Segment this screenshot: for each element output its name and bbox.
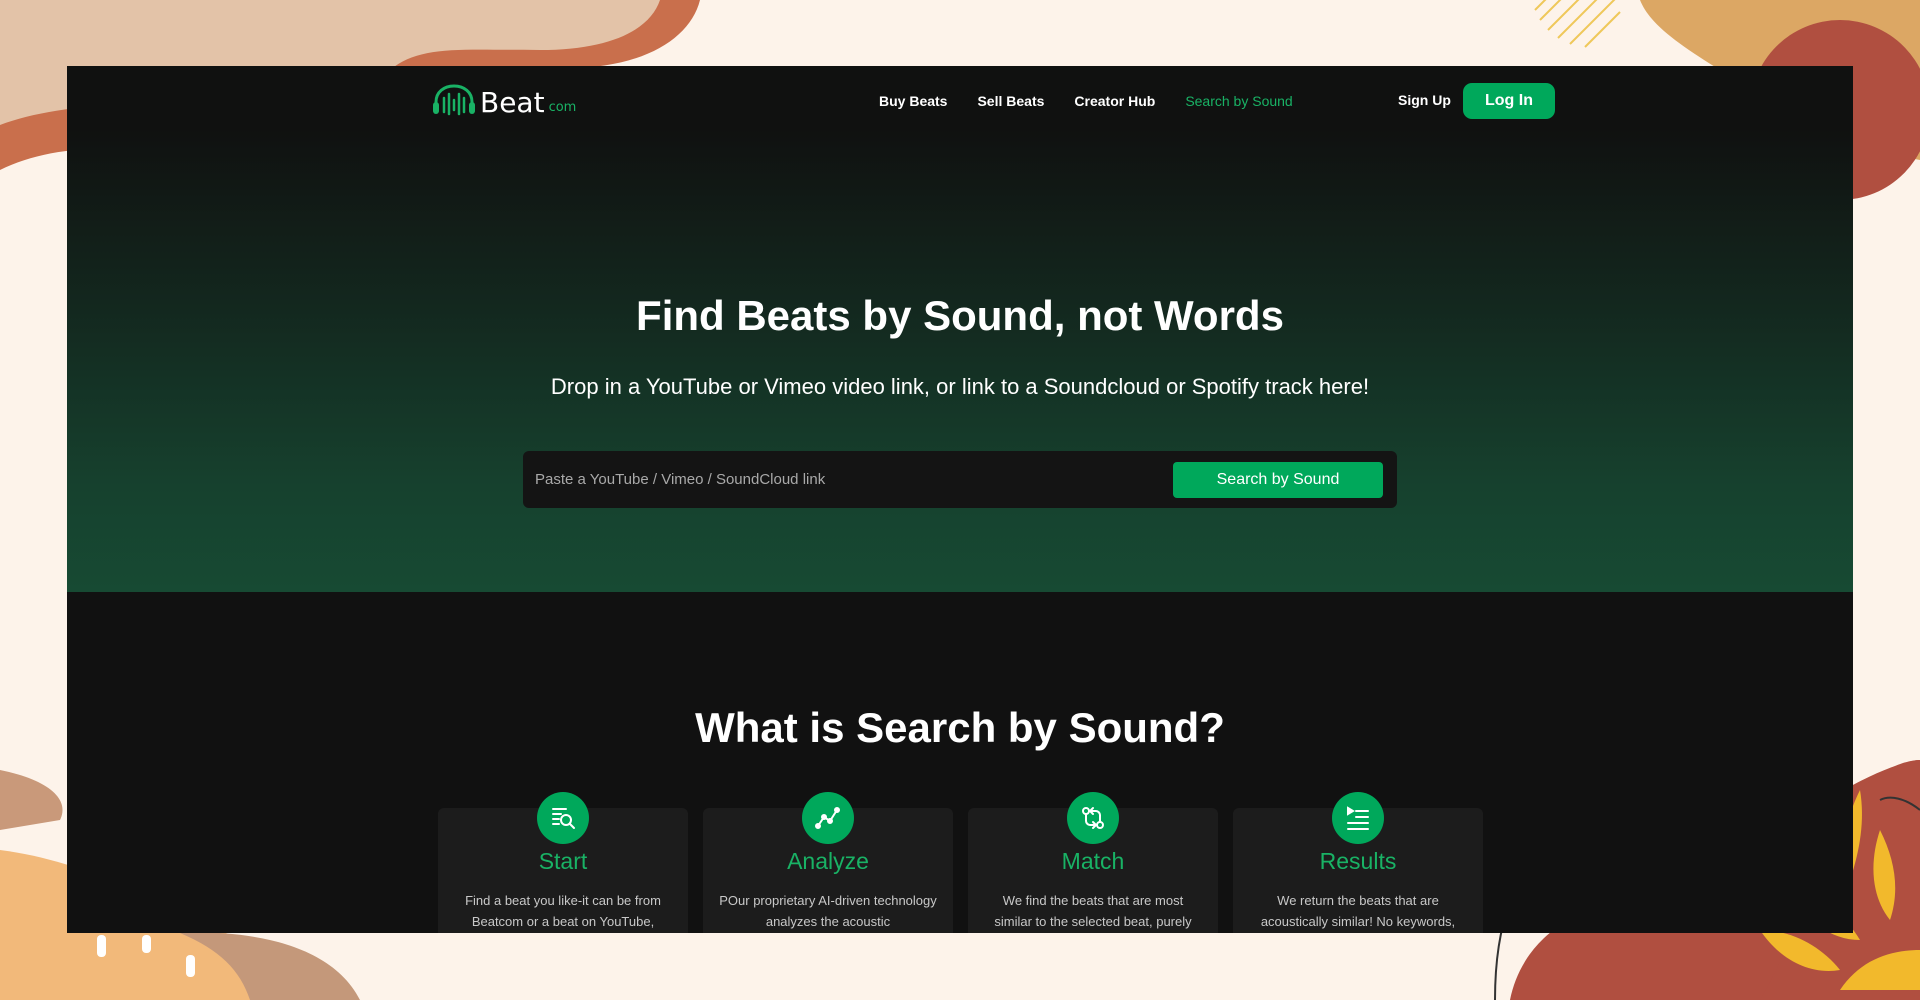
site-logo[interactable]: Beat com <box>432 84 576 118</box>
top-navigation: Beat com Buy Beats Sell Beats Creator Hu… <box>432 76 1555 126</box>
search-by-sound-button[interactable]: Search by Sound <box>1173 462 1383 498</box>
search-list-icon <box>537 792 589 844</box>
card-description: POur proprietary AI-driven technology an… <box>719 893 937 929</box>
headphones-wave-icon <box>433 84 475 116</box>
nav-buy-beats[interactable]: Buy Beats <box>879 93 947 109</box>
match-arrows-icon <box>1067 792 1119 844</box>
hero-title: Find Beats by Sound, not Words <box>636 292 1284 339</box>
card-match: Match We find the beats that are most si… <box>968 792 1218 933</box>
card-start: Start Find a beat you like-it can be fro… <box>438 792 688 933</box>
nav-sell-beats[interactable]: Sell Beats <box>977 93 1044 109</box>
logo-text: Beat <box>480 86 545 119</box>
nav-links: Buy Beats Sell Beats Creator Hub Search … <box>879 76 1323 126</box>
card-title: Analyze <box>787 848 869 874</box>
sign-up-link[interactable]: Sign Up <box>1398 92 1451 108</box>
link-input[interactable] <box>523 451 1163 508</box>
logo-suffix: com <box>548 100 577 115</box>
section-title: What is Search by Sound? <box>695 704 1225 751</box>
analyze-graph-icon <box>802 792 854 844</box>
card-title: Match <box>1061 848 1125 874</box>
card-title: Start <box>538 848 588 874</box>
hero-section: Beat com Buy Beats Sell Beats Creator Hu… <box>67 66 1853 592</box>
results-list-icon <box>1332 792 1384 844</box>
card-title: Results <box>1319 848 1397 874</box>
browser-viewport: Beat com Buy Beats Sell Beats Creator Hu… <box>67 66 1853 933</box>
card-description: We return the beats that are acousticall… <box>1260 893 1456 929</box>
nav-creator-hub[interactable]: Creator Hub <box>1074 93 1155 109</box>
card-analyze: Analyze POur proprietary AI-driven techn… <box>703 792 953 933</box>
card-results: Results We return the beats that are aco… <box>1233 792 1483 933</box>
hero-subtitle: Drop in a YouTube or Vimeo video link, o… <box>550 374 1370 399</box>
card-description: Find a beat you like-it can be from Beat… <box>465 893 661 929</box>
link-search-bar: Search by Sound <box>523 451 1397 508</box>
log-in-button[interactable]: Log In <box>1463 83 1555 119</box>
nav-search-by-sound[interactable]: Search by Sound <box>1185 93 1292 109</box>
card-description: We find the beats that are most similar … <box>994 893 1192 929</box>
